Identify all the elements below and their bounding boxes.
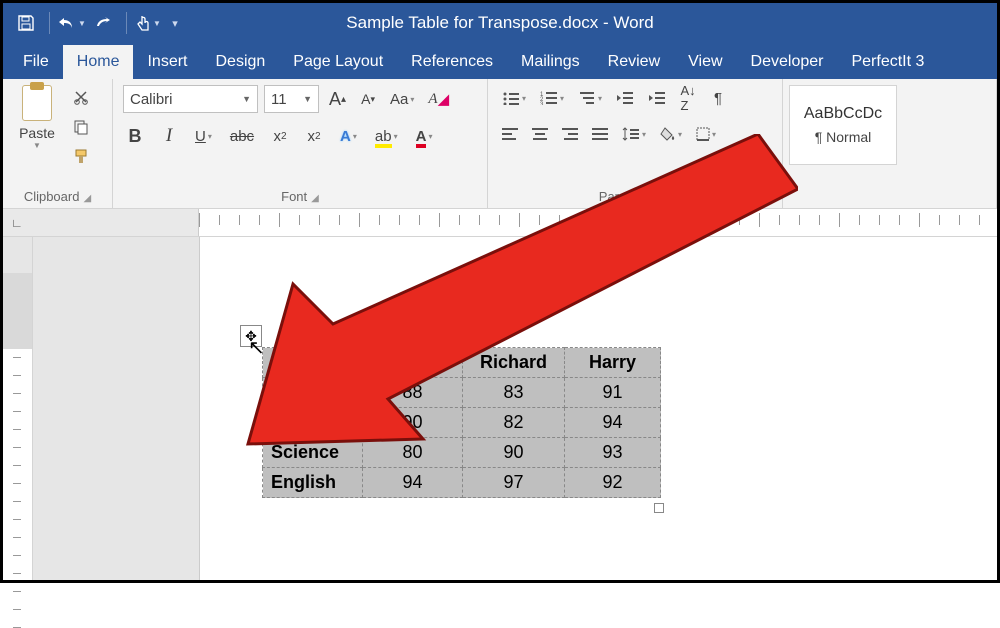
italic-button[interactable]: I: [157, 123, 181, 149]
undo-icon[interactable]: ▼: [56, 8, 86, 38]
table-header-cell[interactable]: Tom: [363, 348, 463, 378]
shrink-font-icon[interactable]: A▾: [356, 86, 380, 112]
table-header-cell[interactable]: Harry: [565, 348, 661, 378]
table-row: History 90 82 94: [263, 408, 661, 438]
table-cell[interactable]: 82: [463, 408, 565, 438]
bullets-icon[interactable]: ▾: [498, 85, 530, 111]
svg-text:3: 3: [540, 102, 544, 105]
tab-insert[interactable]: Insert: [133, 45, 201, 79]
align-center-icon[interactable]: [528, 121, 552, 147]
bold-button[interactable]: B: [123, 123, 147, 149]
table-cell[interactable]: 92: [565, 468, 661, 498]
tab-home[interactable]: Home: [63, 45, 134, 79]
grow-font-icon[interactable]: A▴: [325, 86, 350, 112]
line-spacing-icon[interactable]: ▾: [618, 121, 650, 147]
table-cell[interactable]: 94: [565, 408, 661, 438]
save-icon[interactable]: [11, 8, 41, 38]
style-normal[interactable]: AaBbCcDc ¶ Normal: [789, 85, 897, 165]
cut-icon[interactable]: [69, 85, 93, 109]
clipboard-icon: [22, 85, 52, 121]
numbering-icon[interactable]: 123▾: [536, 85, 568, 111]
underline-button[interactable]: U▾: [191, 123, 216, 149]
show-marks-icon[interactable]: ¶: [706, 85, 730, 111]
table-cell[interactable]: 83: [463, 378, 565, 408]
tab-perfectit[interactable]: PerfectIt 3: [837, 45, 938, 79]
shading-icon[interactable]: ▾: [656, 121, 686, 147]
document-page[interactable]: ✥ ↖ Tom Richard Harry Math 88 83 91 Hist…: [199, 237, 997, 580]
paste-button[interactable]: Paste ▼: [13, 85, 61, 169]
table-cell[interactable]: Science: [263, 438, 363, 468]
qat-customize-icon[interactable]: ▾: [165, 8, 185, 38]
text-effects-icon[interactable]: A▾: [336, 123, 361, 149]
paste-label: Paste: [19, 125, 55, 141]
font-color-icon[interactable]: A▾: [412, 123, 437, 149]
increase-indent-icon[interactable]: [644, 85, 670, 111]
style-name-text: ¶ Normal: [815, 129, 872, 145]
table-cell[interactable]: 97: [463, 468, 565, 498]
tab-mailings[interactable]: Mailings: [507, 45, 594, 79]
table-cell[interactable]: 90: [363, 408, 463, 438]
table-header-cell[interactable]: [263, 348, 363, 378]
group-label-paragraph: Paragraph◢: [498, 185, 772, 204]
change-case-icon[interactable]: Aa▾: [386, 86, 418, 112]
vertical-ruler[interactable]: [3, 237, 33, 580]
table-cell[interactable]: 88: [363, 378, 463, 408]
table-cell[interactable]: History: [263, 408, 363, 438]
borders-icon[interactable]: ▾: [692, 121, 720, 147]
font-size-combo[interactable]: 11▼: [264, 85, 319, 113]
touch-mode-icon[interactable]: ▼: [133, 8, 163, 38]
redo-icon[interactable]: [88, 8, 118, 38]
strikethrough-button[interactable]: abc: [226, 123, 258, 149]
table-cell[interactable]: English: [263, 468, 363, 498]
clear-formatting-icon[interactable]: A◢: [424, 86, 453, 112]
decrease-indent-icon[interactable]: [612, 85, 638, 111]
table-row: Science 80 90 93: [263, 438, 661, 468]
table-move-handle-icon[interactable]: ✥: [240, 325, 262, 347]
align-left-icon[interactable]: [498, 121, 522, 147]
tab-selector-icon[interactable]: ∟: [11, 216, 23, 230]
table-cell[interactable]: Math: [263, 378, 363, 408]
data-table[interactable]: Tom Richard Harry Math 88 83 91 History …: [262, 347, 661, 498]
align-right-icon[interactable]: [558, 121, 582, 147]
horizontal-ruler[interactable]: [199, 209, 997, 236]
ribbon-tabs: File Home Insert Design Page Layout Refe…: [3, 43, 997, 79]
group-label-font: Font◢: [123, 185, 477, 204]
style-preview-text: AaBbCcDc: [804, 105, 882, 123]
justify-icon[interactable]: [588, 121, 612, 147]
window-title: Sample Table for Transpose.docx - Word: [346, 13, 653, 33]
tab-review[interactable]: Review: [594, 45, 674, 79]
tab-page-layout[interactable]: Page Layout: [279, 45, 397, 79]
table-cell[interactable]: 94: [363, 468, 463, 498]
multilevel-list-icon[interactable]: ▾: [574, 85, 606, 111]
table-cell[interactable]: 90: [463, 438, 565, 468]
font-name-combo[interactable]: Calibri▼: [123, 85, 258, 113]
sort-icon[interactable]: A↓Z: [676, 85, 700, 111]
table-header-cell[interactable]: Richard: [463, 348, 565, 378]
table-row: Tom Richard Harry: [263, 348, 661, 378]
table-row: Math 88 83 91: [263, 378, 661, 408]
table-cell[interactable]: 80: [363, 438, 463, 468]
table-cell[interactable]: 91: [565, 378, 661, 408]
tab-view[interactable]: View: [674, 45, 736, 79]
table-row: English 94 97 92: [263, 468, 661, 498]
tab-design[interactable]: Design: [201, 45, 279, 79]
table-cell[interactable]: 93: [565, 438, 661, 468]
tab-developer[interactable]: Developer: [737, 45, 838, 79]
group-label-clipboard: Clipboard◢: [13, 185, 102, 204]
copy-icon[interactable]: [69, 115, 93, 139]
subscript-button[interactable]: x2: [268, 123, 292, 149]
tab-references[interactable]: References: [397, 45, 507, 79]
table-resize-handle-icon[interactable]: [654, 503, 664, 513]
superscript-button[interactable]: x2: [302, 123, 326, 149]
highlight-icon[interactable]: ab▾: [371, 123, 402, 149]
tab-file[interactable]: File: [9, 45, 63, 79]
format-painter-icon[interactable]: [69, 145, 93, 169]
